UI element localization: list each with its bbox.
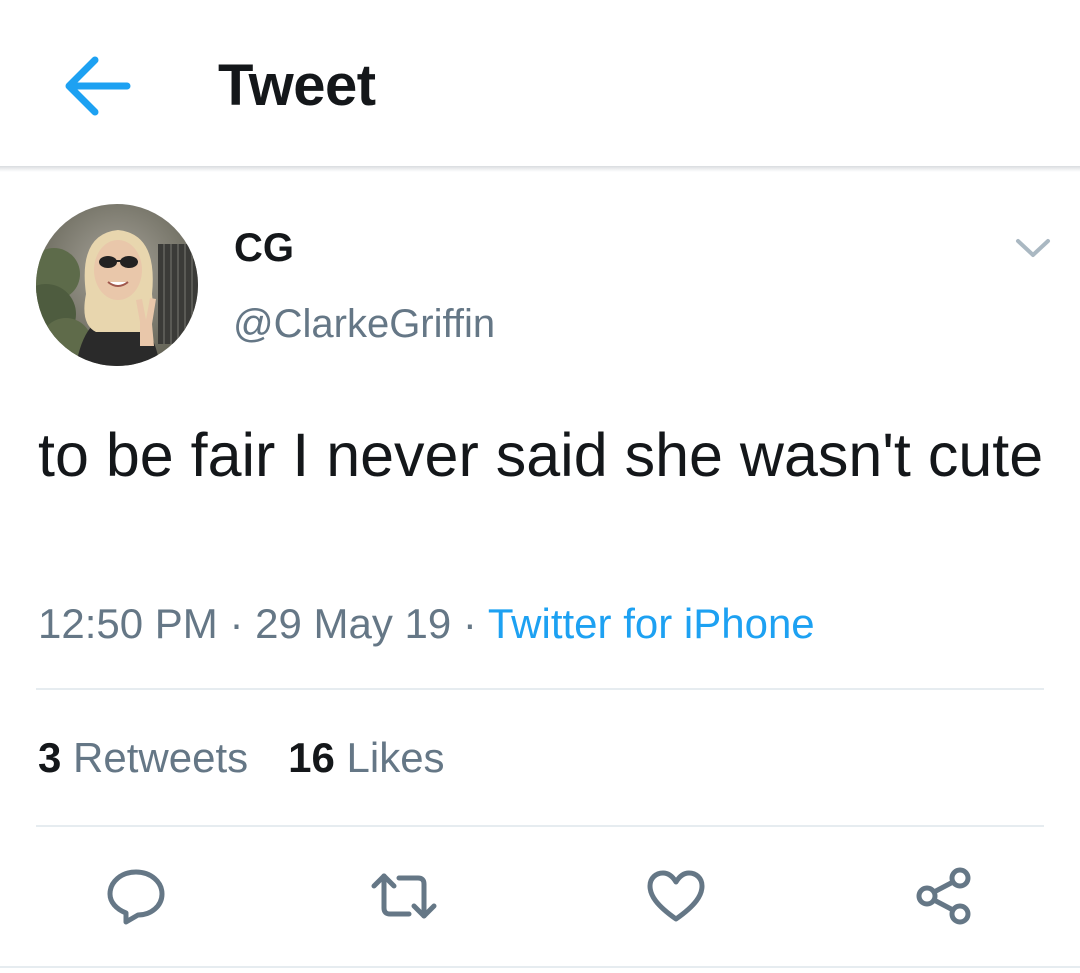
divider: [36, 825, 1044, 827]
heart-icon: [647, 870, 705, 922]
likes-stat[interactable]: 16 Likes: [288, 734, 444, 781]
reply-button[interactable]: [100, 860, 172, 932]
retweets-stat[interactable]: 3 Retweets: [38, 734, 248, 781]
retweet-icon: [371, 873, 437, 919]
meta-separator: ·: [229, 600, 244, 647]
reply-icon: [107, 869, 165, 925]
avatar-image: [36, 204, 198, 366]
divider: [36, 688, 1044, 690]
likes-count: 16: [288, 734, 335, 781]
retweets-count: 3: [38, 734, 62, 781]
divider: [0, 966, 1080, 968]
tweet-metadata: 12:50 PM · 29 May 19 · Twitter for iPhon…: [38, 600, 815, 648]
like-button[interactable]: [640, 860, 712, 932]
likes-label: Likes: [346, 734, 445, 781]
author-handle[interactable]: @ClarkeGriffin: [233, 302, 495, 347]
arrow-left-icon: [65, 56, 131, 116]
top-app-bar: Tweet: [0, 0, 1080, 168]
tweet-time: 12:50 PM: [38, 600, 218, 647]
tweet-options-button[interactable]: [1008, 228, 1058, 268]
share-icon: [916, 867, 971, 925]
tweet-source-link[interactable]: Twitter for iPhone: [488, 600, 815, 647]
share-button[interactable]: [908, 860, 980, 932]
retweets-label: Retweets: [73, 734, 249, 781]
tweet-date: 29 May 19: [255, 600, 452, 647]
chevron-down-icon: [1016, 239, 1050, 257]
retweet-button[interactable]: [368, 860, 440, 932]
avatar[interactable]: [36, 204, 198, 366]
author-display-name[interactable]: CG: [234, 226, 294, 271]
meta-separator: ·: [462, 600, 477, 647]
header-divider: [0, 166, 1080, 172]
tweet-text: to be fair I never said she wasn't cute: [38, 421, 1044, 489]
tweet-detail-screen: Tweet CG @ClarkeGriffin to be fair I nev…: [0, 0, 1080, 973]
page-title: Tweet: [218, 53, 376, 118]
tweet-stats: 3 Retweets 16 Likes: [38, 734, 445, 782]
back-button[interactable]: [60, 50, 132, 122]
